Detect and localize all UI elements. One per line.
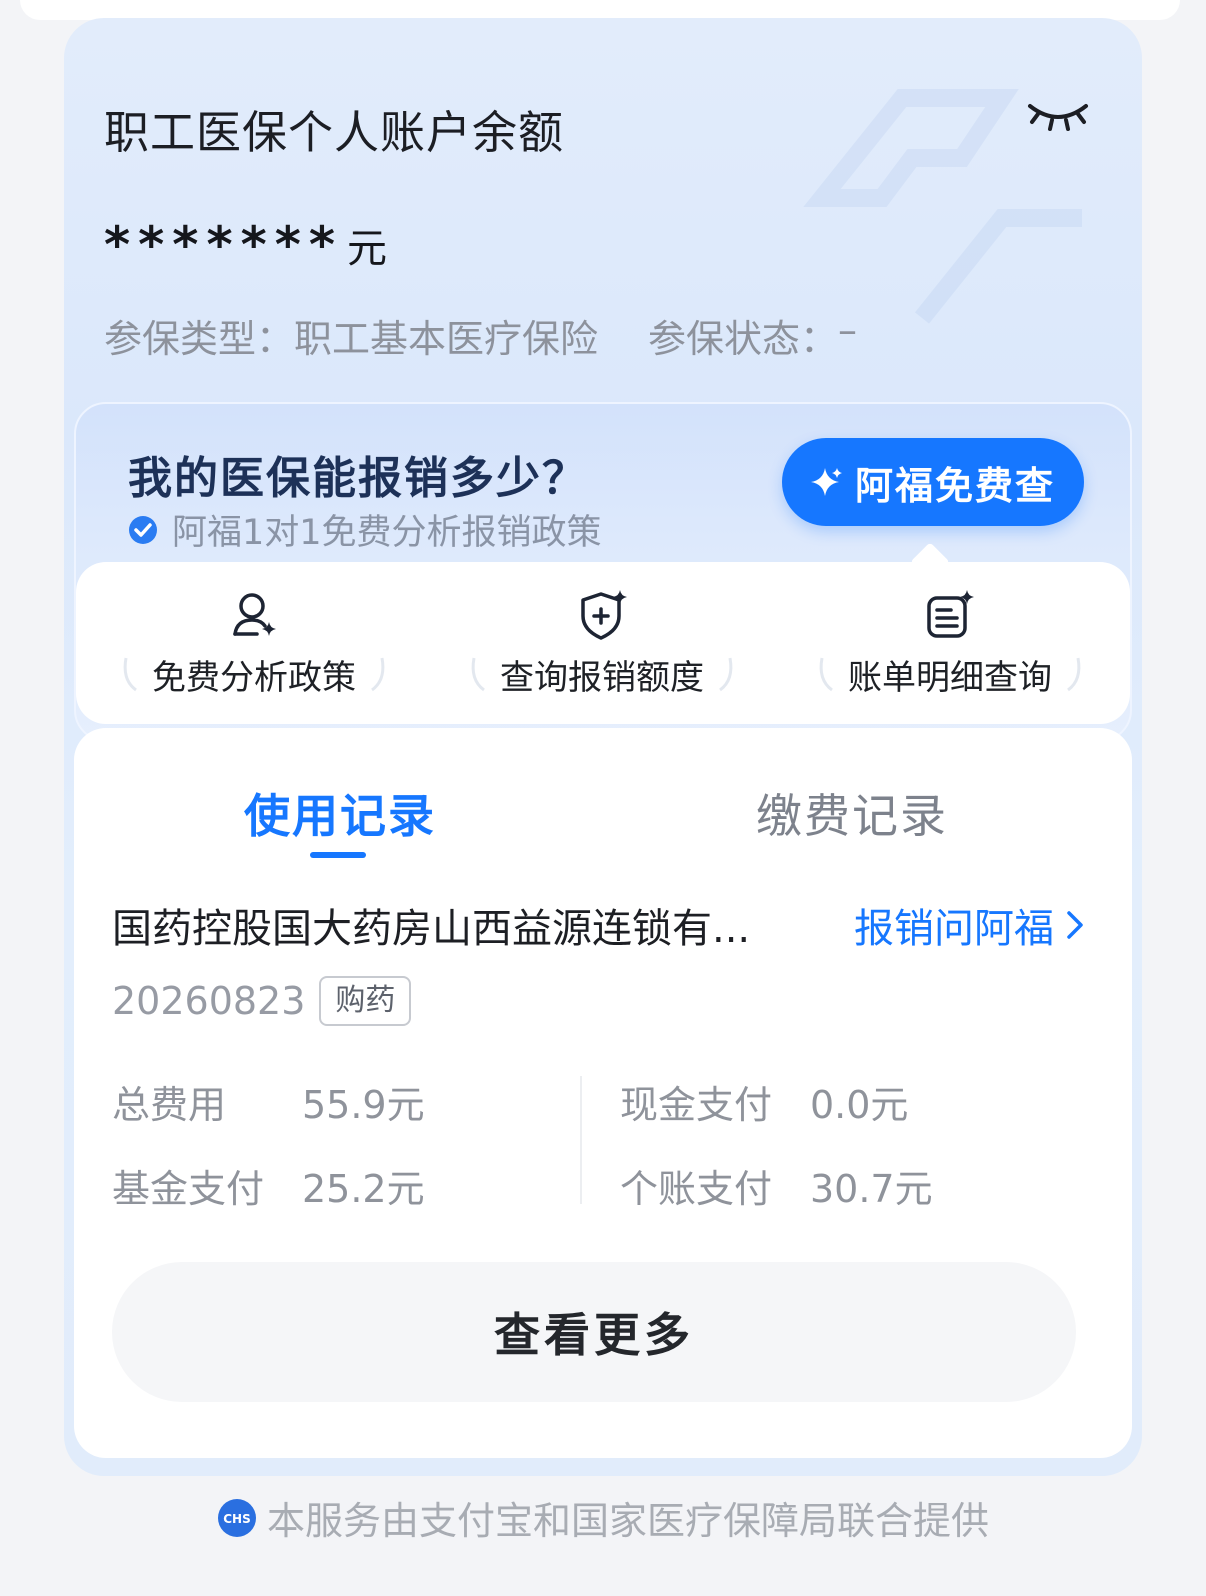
total-cost-label: 总费用 — [112, 1083, 227, 1127]
feature-label: 查询报销额度 — [500, 658, 704, 698]
balance: ******* 元 — [104, 216, 387, 276]
chs-logo-icon: CHS — [217, 1498, 256, 1537]
insurance-type-label: 参保类型： — [104, 317, 295, 361]
feature-reimburse-quota[interactable]: 查询报销额度 — [452, 588, 752, 699]
view-more-button[interactable]: 查看更多 — [112, 1262, 1076, 1402]
footer-text: 本服务由支付宝和国家医疗保障局联合提供 — [266, 1499, 989, 1543]
promo-subtitle-text: 阿福1对1免费分析报销政策 — [172, 513, 602, 553]
active-tab-indicator — [310, 852, 366, 858]
footer: CHS 本服务由支付宝和国家医疗保障局联合提供 — [0, 1490, 1206, 1545]
record-date-row: 20260823 购药 — [112, 976, 412, 1026]
svg-text:CHS: CHS — [223, 1512, 251, 1526]
ask-afu-link[interactable]: 报销问阿福 — [854, 896, 1084, 954]
cash-payment-label: 现金支付 — [620, 1083, 773, 1127]
free-check-label: 阿福免费查 — [854, 463, 1055, 508]
account-title: 职工医保个人账户余额 — [104, 106, 565, 159]
reimbursement-promo: 我的医保能报销多少？ 阿福1对1免费分析报销政策 阿福免费查 免费分析政策 查询… — [74, 402, 1132, 742]
cash-payment-value: 0.0元 — [810, 1083, 909, 1127]
medical-account-card: 职工医保个人账户余额 ******* 元 参保类型： 职工基本医疗保险 参保状态… — [64, 18, 1142, 1476]
feature-policy-analysis[interactable]: 免费分析政策 — [104, 588, 404, 699]
amounts-divider — [580, 1076, 582, 1204]
balance-masked: ******* — [104, 216, 344, 274]
insurance-status-label: 参保状态： — [648, 317, 839, 361]
feature-bill-detail[interactable]: 账单明细查询 — [800, 588, 1100, 699]
shield-plus-icon — [581, 590, 627, 640]
tab-usage-records[interactable]: 使用记录 — [244, 780, 436, 846]
fund-payment: 基金支付 25.2元 — [112, 1158, 425, 1213]
laurel-right-icon — [719, 657, 733, 692]
promo-subtitle: 阿福1对1免费分析报销政策 — [128, 504, 602, 555]
balance-unit: 元 — [347, 226, 388, 272]
fund-payment-value: 25.2元 — [302, 1167, 425, 1211]
free-check-button[interactable]: 阿福免费查 — [782, 438, 1084, 526]
laurel-left-icon — [123, 657, 137, 692]
feature-row: 免费分析政策 查询报销额度 账单明细查询 — [76, 562, 1130, 724]
feature-label: 免费分析政策 — [152, 658, 356, 698]
total-cost: 总费用 55.9元 — [112, 1074, 425, 1129]
promo-title: 我的医保能报销多少？ — [128, 453, 588, 504]
record-amounts: 总费用 55.9元 基金支付 25.2元 现金支付 0.0元 个账支付 30.7… — [112, 1064, 1092, 1224]
insurance-type-value: 职工基本医疗保险 — [294, 317, 599, 361]
chevron-right-icon — [1067, 911, 1083, 939]
bill-list-icon — [927, 590, 974, 638]
cash-payment: 现金支付 0.0元 — [620, 1074, 908, 1129]
user-sparkle-icon — [233, 593, 276, 636]
ask-afu-label: 报销问阿福 — [854, 906, 1054, 952]
record-type-tag: 购药 — [319, 976, 412, 1026]
laurel-right-icon — [371, 657, 385, 692]
top-strip — [20, 0, 1180, 20]
eye-closed-icon[interactable] — [1026, 96, 1090, 136]
record-date: 20260823 — [112, 979, 306, 1023]
total-cost-value: 55.9元 — [302, 1083, 425, 1127]
laurel-left-icon — [819, 657, 833, 692]
insurance-meta: 参保类型： 职工基本医疗保险 参保状态： – — [104, 308, 857, 363]
records-panel: 使用记录 缴费记录 国药控股国大药房山西益源连锁有... 报销问阿福 20260… — [74, 728, 1132, 1458]
personal-payment-value: 30.7元 — [810, 1167, 933, 1211]
insurance-status-value: – — [838, 308, 858, 352]
feature-label: 账单明细查询 — [848, 658, 1052, 698]
personal-payment-label: 个账支付 — [620, 1167, 773, 1211]
tab-payment-records[interactable]: 缴费记录 — [756, 780, 948, 846]
sparkle-icon — [810, 468, 842, 496]
page: 职工医保个人账户余额 ******* 元 参保类型： 职工基本医疗保险 参保状态… — [0, 0, 1206, 1596]
personal-account-payment: 个账支付 30.7元 — [620, 1158, 933, 1213]
laurel-left-icon — [471, 657, 485, 692]
laurel-right-icon — [1067, 657, 1081, 692]
record-merchant[interactable]: 国药控股国大药房山西益源连锁有... — [112, 896, 792, 954]
check-badge-icon — [129, 515, 157, 544]
fund-payment-label: 基金支付 — [112, 1167, 265, 1211]
